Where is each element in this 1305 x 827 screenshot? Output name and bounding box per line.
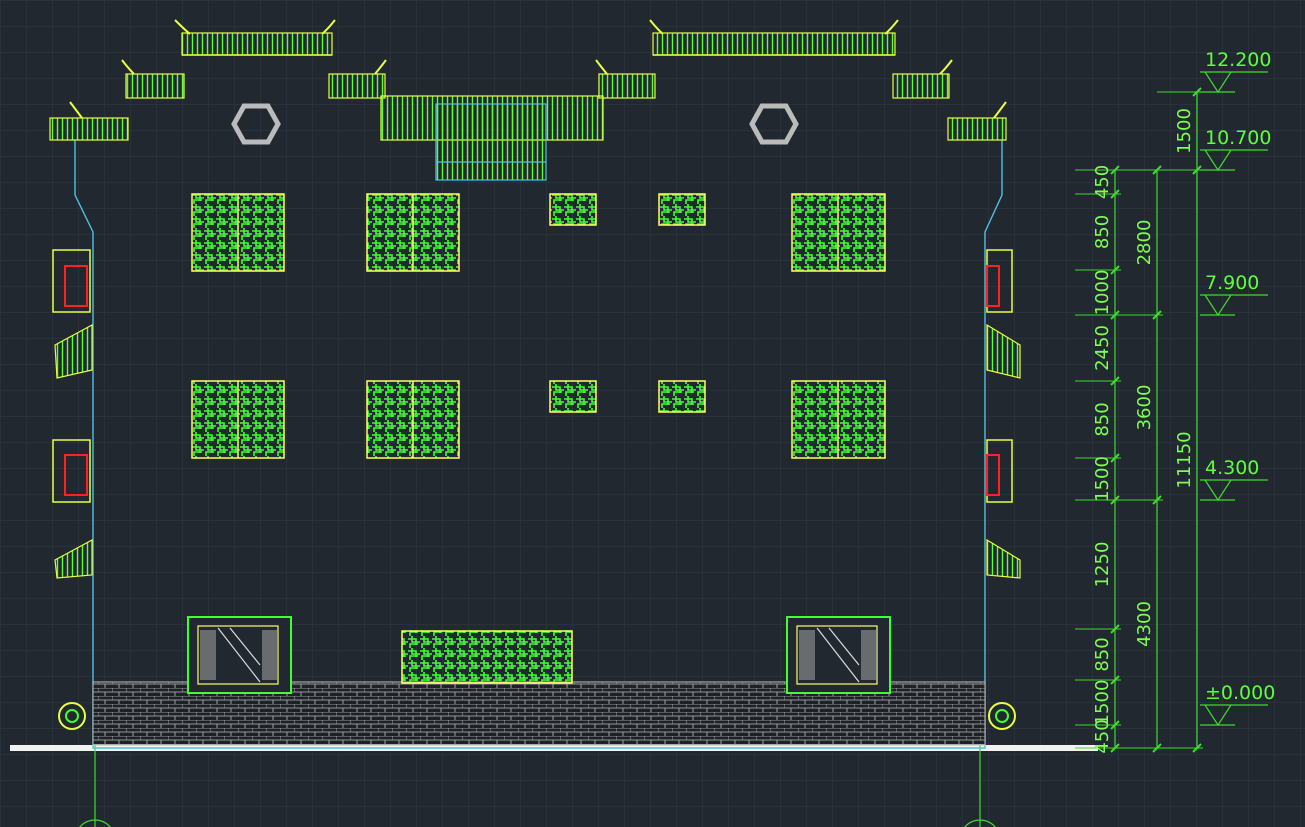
dim-label-inner: 450 bbox=[1092, 165, 1113, 199]
dim-label-inner: 850 bbox=[1092, 215, 1113, 249]
dim-label-inner: 1000 bbox=[1092, 270, 1113, 316]
dim-label-inner: 1500 bbox=[1092, 456, 1113, 502]
dim-label-inner: 1250 bbox=[1092, 542, 1113, 588]
dim-label-middle: 4300 bbox=[1134, 601, 1155, 647]
level-label: ±0.000 bbox=[1205, 682, 1275, 704]
dim-label-inner: 1500 bbox=[1092, 680, 1113, 726]
elevation-drawing: 4501500850125015008502450100085045028003… bbox=[0, 0, 1305, 827]
dim-label-inner: 2450 bbox=[1092, 325, 1113, 371]
dim-label-inner: 850 bbox=[1092, 637, 1113, 671]
level-label: 10.700 bbox=[1205, 127, 1271, 149]
dim-label-inner: 850 bbox=[1092, 402, 1113, 436]
level-label: 4.300 bbox=[1205, 457, 1259, 479]
level-label: 12.200 bbox=[1205, 49, 1271, 71]
dim-label-middle: 3600 bbox=[1134, 385, 1155, 431]
dim-label-outer: 1500 bbox=[1174, 108, 1195, 154]
dim-label-middle: 2800 bbox=[1134, 220, 1155, 266]
dim-label-outer: 11150 bbox=[1174, 431, 1195, 488]
level-label: 7.900 bbox=[1205, 272, 1259, 294]
